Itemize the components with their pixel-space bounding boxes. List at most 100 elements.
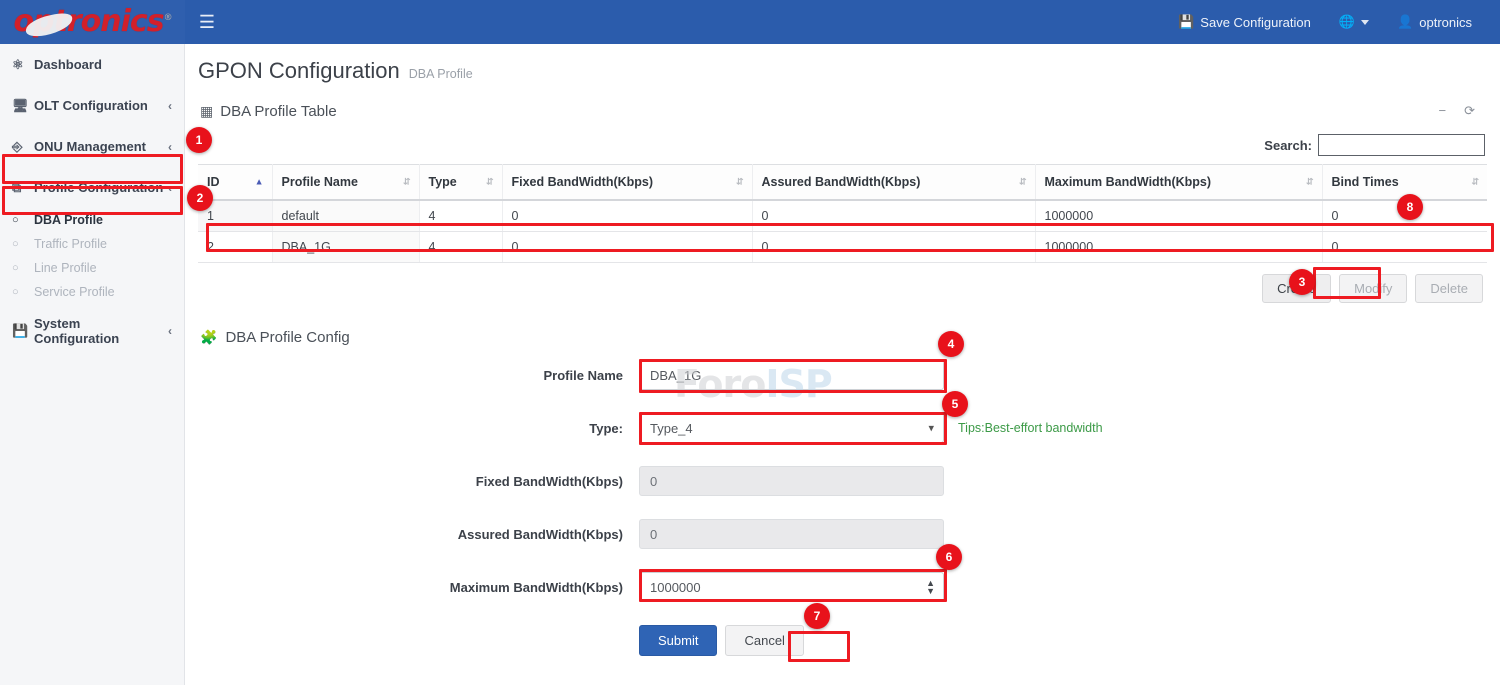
fixed-bandwidth-input-wrap [639, 466, 944, 496]
search-input[interactable] [1318, 134, 1485, 156]
table-row[interactable]: 1 default 4 0 0 1000000 0 [198, 200, 1487, 232]
sidebar-item-system-configuration[interactable]: 💾 System Configuration ‹ [0, 310, 184, 351]
column-label: Fixed BandWidth(Kbps) [512, 175, 654, 189]
table-row[interactable]: 2 DBA_1G 4 0 0 1000000 0 [198, 232, 1487, 263]
sort-icon: ⇵ [1471, 178, 1479, 187]
sidebar-item-onu-management[interactable]: ⎆ ONU Management ‹ [0, 126, 184, 167]
form-row-assured-bandwidth: Assured BandWidth(Kbps) [198, 519, 1487, 549]
sort-icon: ⇵ [403, 178, 411, 187]
cell-type: 4 [419, 200, 502, 232]
table-search-row: Search: [198, 128, 1487, 164]
sidebar-subitem-label: Service Profile [34, 285, 115, 299]
column-header-profile-name[interactable]: Profile Name ⇵ [272, 165, 419, 201]
form-row-profile-name: Profile Name [198, 360, 1487, 390]
sidebar-item-label: ONU Management [34, 139, 168, 154]
sidebar-item-label: Dashboard [34, 57, 172, 72]
sort-icon: ⇵ [736, 178, 744, 187]
form-submit-row: Submit Cancel [198, 625, 1487, 656]
sidebar-subitem-label: Traffic Profile [34, 237, 107, 251]
column-label: Assured BandWidth(Kbps) [762, 175, 921, 189]
chevron-left-icon: ‹ [168, 99, 172, 113]
save-configuration-button[interactable]: 💾 Save Configuration [1164, 0, 1325, 44]
type-tip-text: Tips:Best-effort bandwidth [958, 421, 1103, 435]
submit-button[interactable]: Submit [639, 625, 717, 656]
cell-fixed-bandwidth: 0 [502, 232, 752, 263]
annotation-badge-6: 6 [936, 544, 962, 570]
dba-profile-table: ID ▲ Profile Name ⇵ Type ⇵ Fixed BandWid… [198, 164, 1487, 263]
column-label: Bind Times [1332, 175, 1399, 189]
brand-logo-container[interactable]: optronics® [0, 0, 185, 44]
sidebar-item-dba-profile[interactable]: ○ DBA Profile [0, 208, 184, 232]
column-header-fixed-bandwidth[interactable]: Fixed BandWidth(Kbps) ⇵ [502, 165, 752, 201]
type-select[interactable]: Type_4 [639, 413, 944, 443]
sidebar-item-profile-configuration[interactable]: ⧉ Profile Configuration ‹ [0, 167, 184, 208]
maximum-bandwidth-input[interactable] [639, 572, 944, 602]
hamburger-icon[interactable]: ☰ [185, 0, 229, 44]
username-label: optronics [1419, 15, 1472, 30]
cell-maximum-bandwidth: 1000000 [1035, 232, 1322, 263]
refresh-icon[interactable]: ⟳ [1464, 103, 1475, 119]
cell-assured-bandwidth: 0 [752, 232, 1035, 263]
minimize-icon[interactable]: − [1439, 103, 1447, 119]
cell-type: 4 [419, 232, 502, 263]
cell-profile-name: default [272, 200, 419, 232]
circle-icon: ○ [12, 262, 34, 274]
annotation-badge-4: 4 [938, 331, 964, 357]
copy-icon: ⧉ [12, 180, 34, 196]
form-panel-title: DBA Profile Config [225, 329, 349, 346]
circle-icon: ○ [12, 238, 34, 250]
form-row-type: Type: Type_4 ▾ Tips:Best-effort bandwidt… [198, 413, 1487, 443]
modify-button[interactable]: Modify [1339, 274, 1407, 303]
save-icon: 💾 [12, 323, 34, 339]
sidebar-item-dashboard[interactable]: ⚛ Dashboard [0, 44, 184, 85]
chevron-down-icon [1361, 20, 1369, 25]
cell-profile-name: DBA_1G [272, 232, 419, 263]
chevron-left-icon: ‹ [168, 324, 172, 338]
breadcrumb: DBA Profile [409, 67, 473, 81]
fixed-bandwidth-input [639, 466, 944, 496]
sidebar-subitem-label: Line Profile [34, 261, 97, 275]
sort-icon: ⇵ [1306, 178, 1314, 187]
circle-icon: ○ [12, 286, 34, 298]
profile-name-input[interactable] [639, 360, 944, 390]
brand-logo-label: optronics [13, 4, 163, 39]
assured-bandwidth-input-wrap [639, 519, 944, 549]
sidebar-item-olt-configuration[interactable]: 🖥 OLT Configuration ‹ [0, 85, 184, 126]
sidebar-item-label: Profile Configuration [34, 180, 168, 195]
column-header-maximum-bandwidth[interactable]: Maximum BandWidth(Kbps) ⇵ [1035, 165, 1322, 201]
sidebar-item-traffic-profile[interactable]: ○ Traffic Profile [0, 232, 184, 256]
sidebar-item-line-profile[interactable]: ○ Line Profile [0, 256, 184, 280]
sidebar-item-label: OLT Configuration [34, 98, 168, 113]
maximum-bandwidth-input-wrap: ▲▼ [639, 572, 944, 602]
main-content: ForoISP GPON Configuration DBA Profile ▦… [185, 44, 1500, 685]
delete-button[interactable]: Delete [1415, 274, 1483, 303]
page-title: GPON Configuration [198, 58, 400, 84]
cell-maximum-bandwidth: 1000000 [1035, 200, 1322, 232]
globe-icon: 🌐 [1339, 14, 1355, 30]
profile-name-label: Profile Name [198, 368, 639, 383]
cell-assured-bandwidth: 0 [752, 200, 1035, 232]
language-selector[interactable]: 🌐 [1325, 0, 1383, 44]
column-header-type[interactable]: Type ⇵ [419, 165, 502, 201]
column-header-assured-bandwidth[interactable]: Assured BandWidth(Kbps) ⇵ [752, 165, 1035, 201]
sidebar-item-service-profile[interactable]: ○ Service Profile [0, 280, 184, 304]
type-label: Type: [198, 421, 639, 436]
person-icon: 👤 [1397, 14, 1413, 30]
registered-mark-icon: ® [164, 13, 172, 23]
panel-tools: − ⟳ [1439, 103, 1476, 119]
form-row-maximum-bandwidth: Maximum BandWidth(Kbps) ▲▼ [198, 572, 1487, 602]
brand-logo-text: optronics® [13, 7, 171, 37]
annotation-badge-5: 5 [942, 391, 968, 417]
column-label: ID [207, 175, 220, 189]
sidebar-subitem-label: DBA Profile [34, 213, 103, 227]
annotation-badge-1: 1 [186, 127, 212, 153]
save-configuration-label: Save Configuration [1200, 15, 1311, 30]
user-menu[interactable]: 👤 optronics [1383, 0, 1486, 44]
column-label: Maximum BandWidth(Kbps) [1045, 175, 1212, 189]
chevron-left-icon: ‹ [168, 181, 172, 195]
cancel-button[interactable]: Cancel [725, 625, 803, 656]
table-icon: ▦ [200, 103, 213, 120]
dba-profile-config-panel: 🧩 DBA Profile Config Profile Name Type: … [198, 315, 1487, 656]
puzzle-icon: 🧩 [200, 329, 217, 346]
dashboard-icon: ⚛ [12, 57, 34, 73]
